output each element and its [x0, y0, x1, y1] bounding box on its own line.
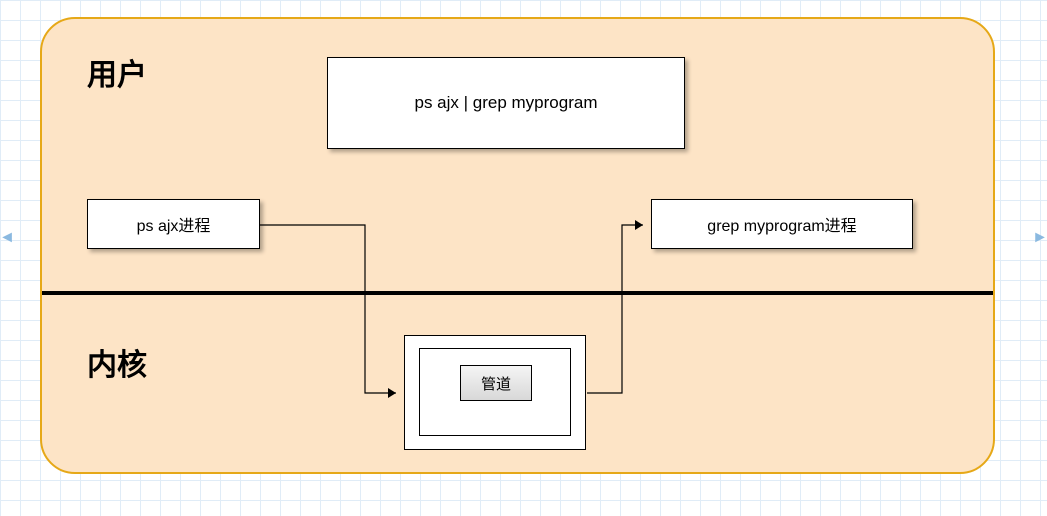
grep-process-box: grep myprogram进程: [651, 199, 913, 249]
ps-process-label: ps ajx进程: [137, 212, 211, 236]
pipe-buffer-mid: 管道: [419, 348, 571, 436]
diagram-canvas: ◄ ► 用户 内核 ps ajx | grep myprogram ps ajx…: [0, 0, 1047, 516]
pipe-buffer-outer: 管道: [404, 335, 586, 450]
page-arrow-left-icon[interactable]: ◄: [0, 228, 14, 248]
user-kernel-divider: [42, 291, 993, 295]
page-arrow-right-icon[interactable]: ►: [1033, 228, 1047, 248]
pipe-label: 管道: [481, 373, 511, 394]
kernel-space-title: 内核: [87, 340, 147, 384]
shell-command-text: ps ajx | grep myprogram: [415, 93, 598, 113]
shell-command-box: ps ajx | grep myprogram: [327, 57, 685, 149]
pipe-buffer-inner: 管道: [460, 365, 532, 401]
ps-process-box: ps ajx进程: [87, 199, 260, 249]
user-space-title: 用户: [87, 50, 147, 94]
grep-process-label: grep myprogram进程: [707, 212, 856, 236]
